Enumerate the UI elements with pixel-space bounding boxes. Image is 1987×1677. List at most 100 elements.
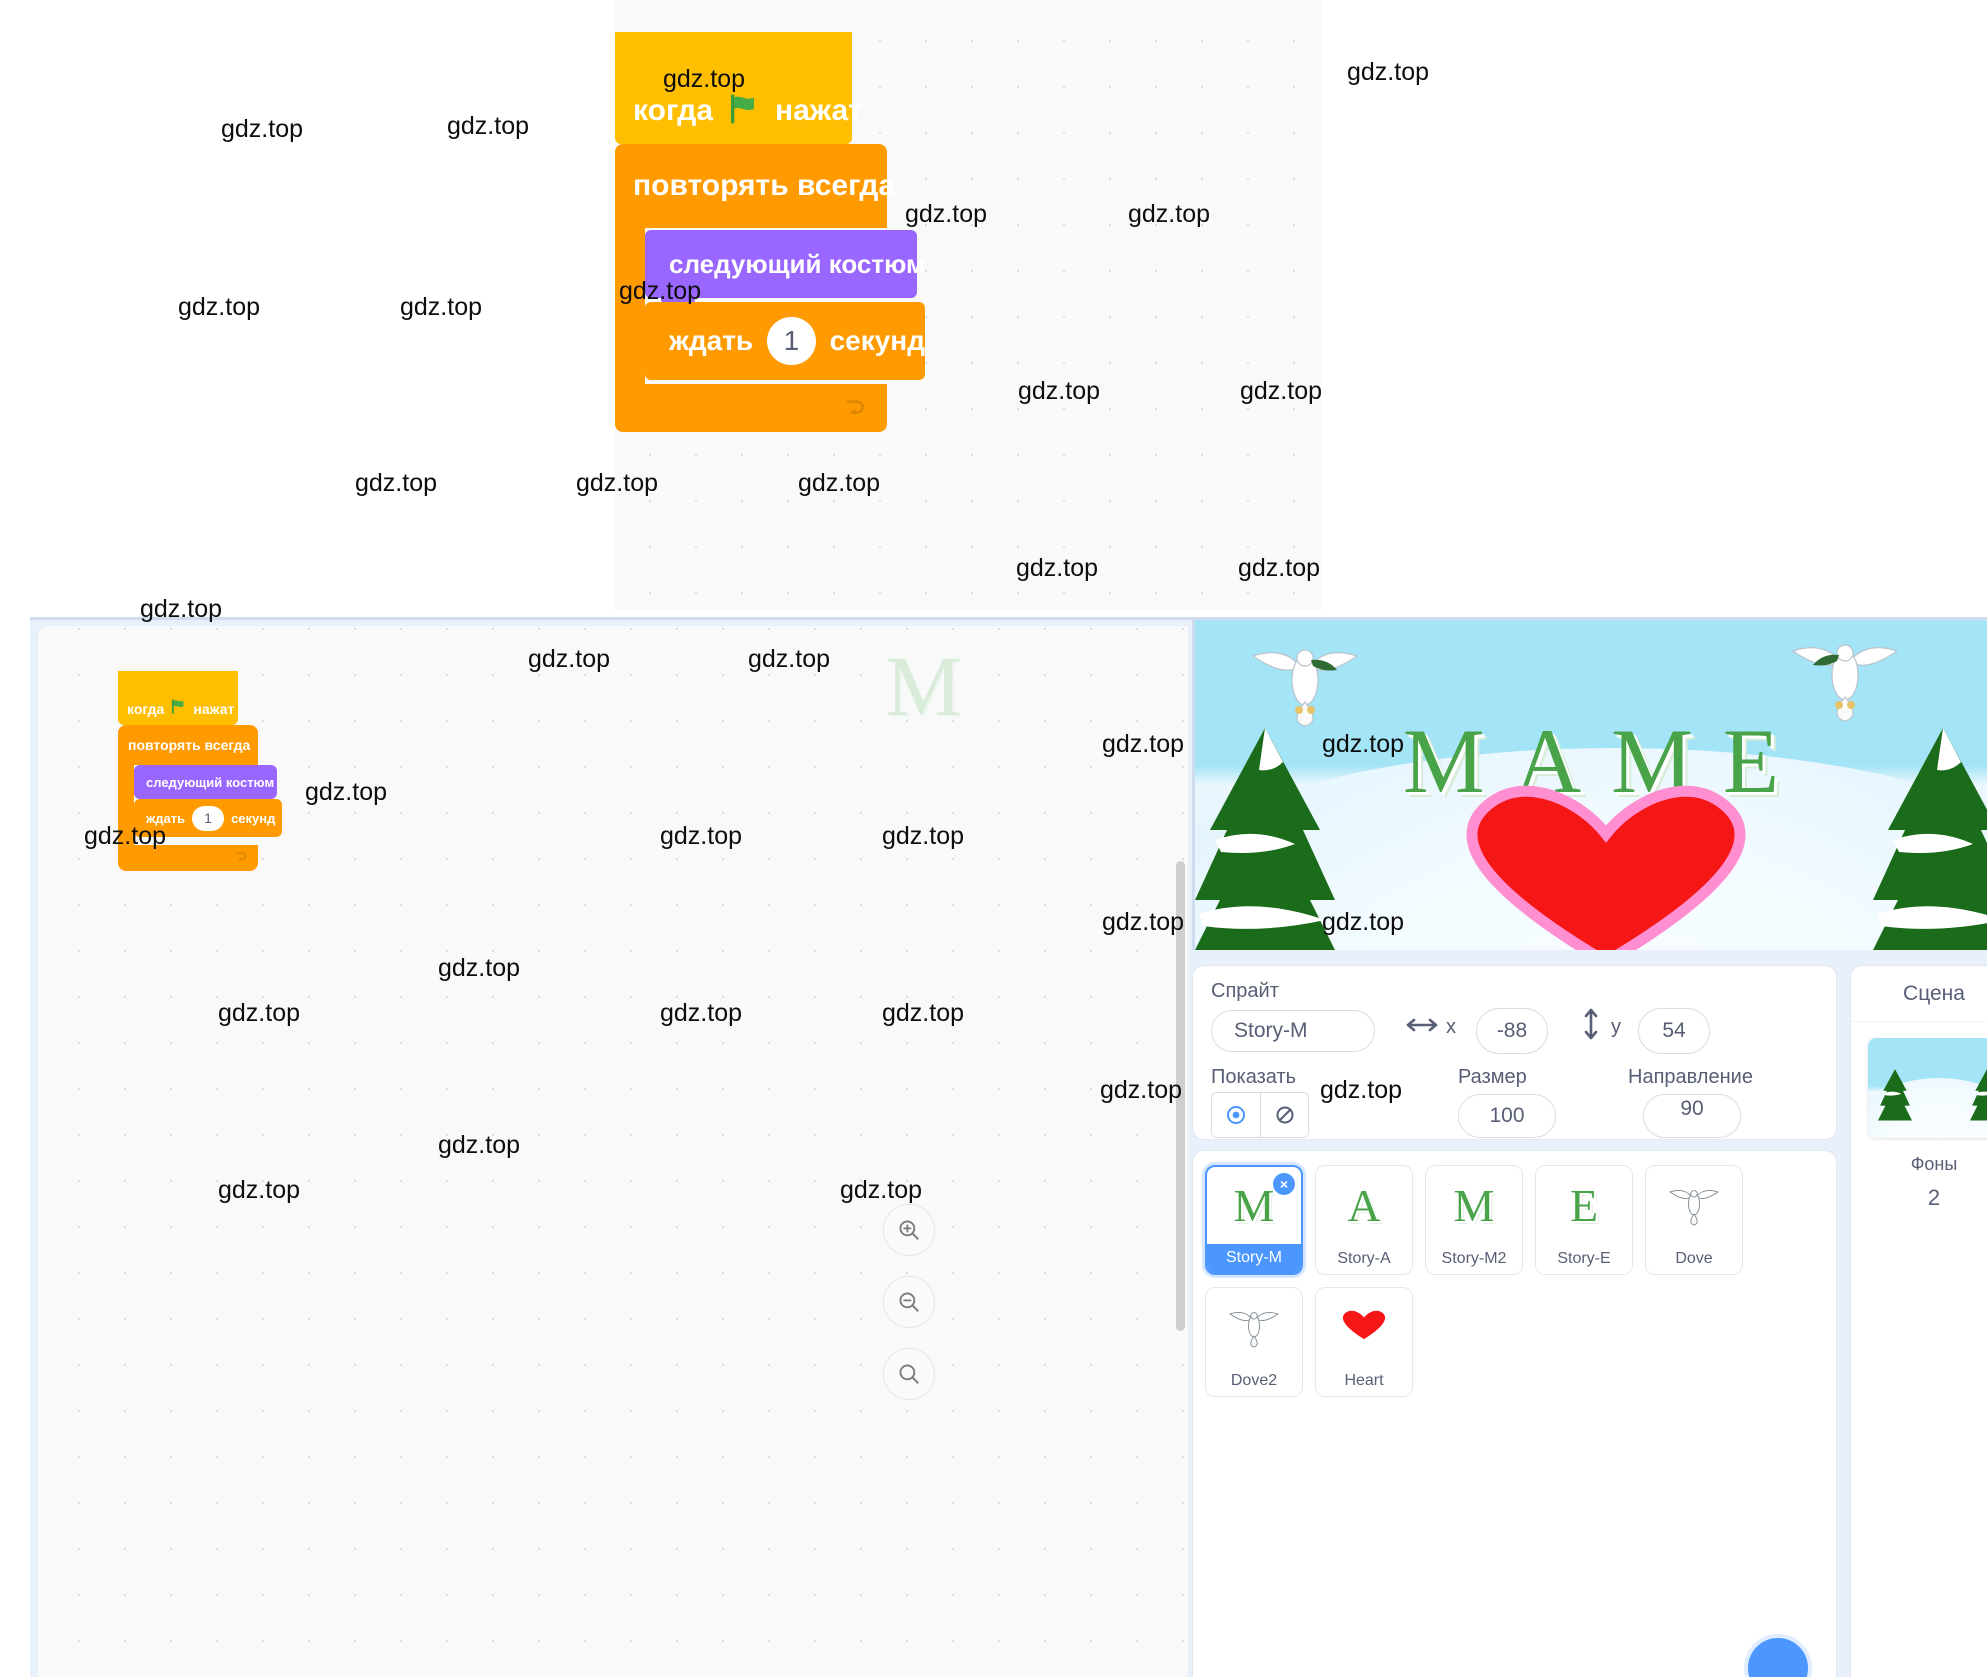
- backdrops-count: 2: [1927, 1185, 1941, 1210]
- delete-sprite-icon[interactable]: ×: [1271, 1171, 1297, 1197]
- letter-glyph: M: [1233, 1180, 1275, 1231]
- mini-forever-left-arm: [118, 765, 134, 845]
- sprite-tile-dove2[interactable]: Dove2: [1205, 1287, 1303, 1397]
- mini-forever-header: повторять всегда: [118, 725, 258, 765]
- sprite-watermark-letter: M: [885, 638, 962, 734]
- mini-clicked-label: нажат: [193, 701, 235, 717]
- heart-icon: [1338, 1301, 1390, 1354]
- seconds-label: секунд: [829, 325, 925, 356]
- watermark-text: gdz.top: [1347, 58, 1430, 86]
- mini-hat-dome: [118, 671, 238, 693]
- y-label: y: [1611, 1016, 1621, 1038]
- mini-wait-label: ждать: [146, 810, 186, 826]
- sprite-tile-story-m[interactable]: × M Story-M: [1205, 1165, 1303, 1275]
- sprite-label: Story-M2: [1426, 1245, 1522, 1274]
- mini-next-costume-label: следующий костюм: [146, 774, 275, 790]
- sprite-thumbnail: [1316, 1288, 1412, 1367]
- backdrops-label: Фоны: [1910, 1154, 1958, 1174]
- y-value-input[interactable]: 54: [1638, 1008, 1710, 1054]
- detached-code-canvas: когда нажат повторять всегда следующий к…: [615, 0, 1321, 610]
- sprite-label: Story-E: [1536, 1245, 1632, 1274]
- sprite-info-panel: Спрайт Story-M x -88 y 54 Показать Разме…: [1192, 965, 1837, 1140]
- sprite-label: Dove2: [1206, 1367, 1302, 1396]
- zoom-reset-button[interactable]: [883, 1348, 935, 1400]
- direction-input[interactable]: 90: [1643, 1094, 1741, 1138]
- zoom-in-button[interactable]: [883, 1204, 935, 1256]
- forever-label: повторять всегда: [633, 169, 896, 202]
- sprite-label: Heart: [1316, 1367, 1412, 1396]
- letter-glyph: E: [1569, 1180, 1599, 1231]
- block-next-costume[interactable]: следующий костюм: [645, 230, 925, 305]
- size-input[interactable]: 100: [1458, 1094, 1556, 1138]
- sprite-name-label: Спрайт: [1211, 980, 1279, 1002]
- dove-icon: [1225, 1302, 1283, 1353]
- direction-label: Направление: [1628, 1066, 1753, 1088]
- visibility-toggle-group[interactable]: [1211, 1092, 1309, 1138]
- green-flag-icon: [727, 92, 761, 131]
- sprite-label: Dove: [1646, 1245, 1742, 1274]
- eye-visible-icon[interactable]: [1212, 1093, 1260, 1137]
- mini-forever-label: повторять всегда: [128, 737, 251, 753]
- block-when-flag-clicked[interactable]: когда нажат: [615, 32, 863, 144]
- forever-header: повторять всегда: [615, 144, 895, 228]
- zoom-out-button[interactable]: [883, 1276, 935, 1328]
- watermark-text: gdz.top: [400, 293, 483, 321]
- watermark-text: gdz.top: [355, 469, 438, 497]
- mini-green-flag-icon: [170, 698, 187, 720]
- stage-selector-panel: Сцена Фоны 2: [1850, 965, 1987, 1677]
- wait-label: ждать: [669, 325, 754, 356]
- scratch-editor-window: M когда нажат повторять всегда следующий…: [30, 617, 1987, 1677]
- block-wait-seconds[interactable]: ждать 1 секунд: [645, 302, 925, 380]
- stage-sprite-heart[interactable]: [1441, 782, 1771, 950]
- sprite-tile-story-e[interactable]: E Story-E: [1535, 1165, 1633, 1275]
- stage[interactable]: MAME: [1192, 620, 1987, 950]
- show-label: Показать: [1211, 1066, 1297, 1088]
- loop-arrow-icon: [841, 393, 867, 424]
- stage-pane-header[interactable]: Сцена: [1851, 966, 1987, 1022]
- vertical-arrow-icon: [1580, 1006, 1602, 1047]
- sprite-name-input[interactable]: Story-M: [1211, 1010, 1375, 1052]
- sprite-thumbnail: M: [1426, 1166, 1522, 1245]
- sprite-tile-story-a[interactable]: A Story-A: [1315, 1165, 1413, 1275]
- mini-block-wait-seconds[interactable]: ждать 1 секунд: [134, 799, 282, 837]
- letter-glyph: M: [1453, 1180, 1495, 1231]
- watermark-text: gdz.top: [221, 115, 304, 143]
- horizontal-arrow-icon: [1405, 1014, 1439, 1041]
- stage-thumbnail[interactable]: [1868, 1038, 1987, 1138]
- x-value-input[interactable]: -88: [1476, 1008, 1548, 1054]
- forever-footer: [615, 384, 887, 432]
- stage-container: MAME: [1192, 620, 1987, 950]
- clicked-label: нажат: [775, 94, 863, 127]
- sprite-thumbnail: [1646, 1166, 1742, 1245]
- letter-glyph: A: [1347, 1180, 1381, 1231]
- sprite-label: Story-M: [1207, 1244, 1301, 1273]
- sprite-tile-story-m2[interactable]: M Story-M2: [1425, 1165, 1523, 1275]
- mini-forever-footer: [118, 845, 258, 871]
- mini-wait-seconds-input[interactable]: 1: [192, 805, 225, 831]
- mini-loop-arrow-icon: [233, 848, 248, 868]
- forever-left-arm: [615, 228, 645, 384]
- watermark-text: gdz.top: [178, 293, 261, 321]
- mini-block-when-flag-clicked[interactable]: когда нажат: [118, 671, 238, 725]
- add-sprite-button[interactable]: [1744, 1634, 1812, 1677]
- x-label: x: [1446, 1016, 1456, 1038]
- sprite-thumbnail: [1206, 1288, 1302, 1367]
- size-label: Размер: [1458, 1066, 1527, 1088]
- code-area-scrollbar[interactable]: [1176, 861, 1185, 1331]
- hat-dome: [615, 32, 852, 78]
- sprite-tile-dove[interactable]: Dove: [1645, 1165, 1743, 1275]
- mini-seconds-label: секунд: [231, 810, 276, 826]
- dove-icon: [1665, 1180, 1723, 1231]
- eye-hidden-icon[interactable]: [1260, 1093, 1308, 1137]
- wait-seconds-input[interactable]: 1: [767, 317, 816, 365]
- sprite-label: Story-A: [1316, 1245, 1412, 1274]
- sprite-list-panel: × M Story-M A Story-A M Story-M2 E Story…: [1192, 1150, 1837, 1677]
- mini-block-next-costume[interactable]: следующий костюм: [134, 765, 277, 799]
- sprite-grid: × M Story-M A Story-A M Story-M2 E Story…: [1205, 1165, 1836, 1397]
- watermark-text: gdz.top: [447, 112, 530, 140]
- when-label: когда: [633, 94, 714, 127]
- mini-when-label: когда: [127, 701, 165, 717]
- code-workspace[interactable]: M когда нажат повторять всегда следующий…: [38, 626, 1188, 1677]
- sprite-tile-heart[interactable]: Heart: [1315, 1287, 1413, 1397]
- sprite-thumbnail: A: [1316, 1166, 1412, 1245]
